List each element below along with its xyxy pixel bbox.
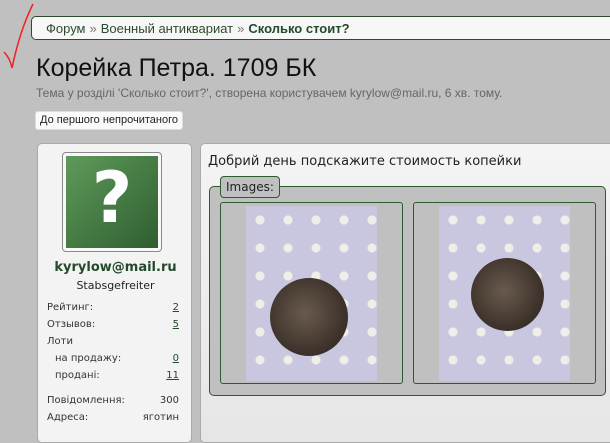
- red-checkmark-annotation: [3, 3, 34, 69]
- image-thumbnail[interactable]: [413, 202, 596, 384]
- question-mark-icon: ?: [66, 156, 158, 248]
- stat-value[interactable]: 11: [166, 370, 179, 381]
- stat-value: яготин: [142, 412, 179, 423]
- stat-label: Рейтинг:: [47, 302, 94, 313]
- stat-label: Повідомлення:: [47, 395, 125, 406]
- stat-messages: Повідомлення: 300: [47, 395, 179, 406]
- image-thumbnail[interactable]: [220, 202, 403, 384]
- stat-label: Адреса:: [47, 412, 89, 423]
- breadcrumb-military-antiques[interactable]: Военный антиквариат: [101, 21, 233, 36]
- coin-reverse-photo[interactable]: [439, 206, 570, 381]
- stat-label: продані:: [55, 370, 100, 381]
- stat-value[interactable]: 0: [173, 353, 179, 364]
- first-unread-button[interactable]: До першого непрочитаного: [35, 111, 183, 130]
- stat-sold: продані: 11: [55, 370, 179, 381]
- coin-obverse-photo[interactable]: [246, 206, 377, 381]
- stat-address: Адреса: яготин: [47, 412, 179, 423]
- stat-for-sale: на продажу: 0: [55, 353, 179, 364]
- stat-label: на продажу:: [55, 353, 122, 364]
- breadcrumb-current[interactable]: Сколько стоит?: [248, 21, 349, 36]
- stat-reviews: Отзывов: 5: [47, 319, 179, 330]
- stat-value: 300: [159, 395, 179, 406]
- stat-value[interactable]: 5: [173, 319, 179, 330]
- stat-value[interactable]: 2: [173, 302, 179, 313]
- images-legend: Images:: [220, 176, 280, 198]
- post-body: Добрий день подскажите стоимость копейки…: [200, 143, 610, 443]
- breadcrumb: Форум» Военный антиквариат» Сколько стоит?: [31, 16, 610, 40]
- avatar[interactable]: ?: [62, 152, 162, 252]
- page-title: Корейка Петра. 1709 БК: [36, 54, 317, 82]
- user-rank: Stabsgefreiter: [76, 279, 155, 292]
- breadcrumb-separator: »: [89, 21, 97, 36]
- stat-label: Отзывов:: [47, 319, 96, 330]
- stat-lots: Лоти: [47, 336, 179, 347]
- breadcrumb-forum[interactable]: Форум: [46, 21, 86, 36]
- username-link[interactable]: kyrylow@mail.ru: [38, 260, 193, 275]
- stat-rating: Рейтинг: 2: [47, 302, 179, 313]
- breadcrumb-separator: »: [237, 21, 245, 36]
- post-message: Добрий день подскажите стоимость копейки: [208, 154, 522, 169]
- thread-subtitle: Тема у розділі 'Сколько стоит?', створен…: [36, 86, 503, 100]
- stat-label: Лоти: [47, 336, 73, 347]
- user-sidebar: ? kyrylow@mail.ru Stabsgefreiter Рейтинг…: [37, 143, 192, 443]
